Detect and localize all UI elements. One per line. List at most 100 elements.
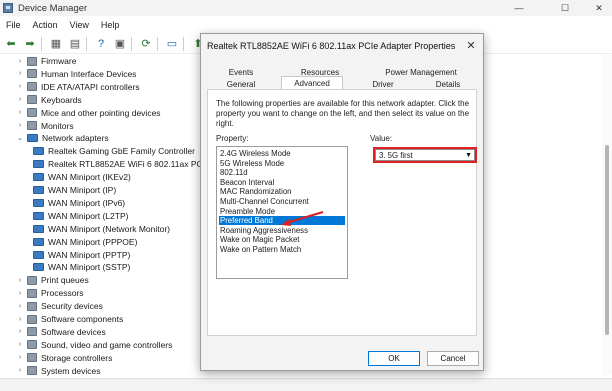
chevron-right-icon[interactable]: › bbox=[16, 341, 24, 348]
properties-icon[interactable]: ▦ bbox=[48, 36, 64, 52]
tree-category[interactable]: › Software components bbox=[16, 313, 123, 325]
chevron-right-icon[interactable]: › bbox=[16, 367, 24, 374]
tree-category[interactable]: › System devices bbox=[16, 365, 101, 377]
chevron-right-icon[interactable]: › bbox=[16, 109, 24, 116]
tree-item-label: WAN Miniport (IPv6) bbox=[48, 197, 126, 208]
tree-category[interactable]: › Sound, video and game controllers bbox=[16, 339, 173, 351]
tree-item-label: Software devices bbox=[41, 326, 106, 337]
dialog-title: Realtek RTL8852AE WiFi 6 802.11ax PCIe A… bbox=[207, 41, 456, 51]
property-list-item[interactable]: Preferred Band bbox=[219, 216, 345, 226]
dialog-close-button[interactable]: ✕ bbox=[463, 38, 479, 52]
chevron-right-icon[interactable]: › bbox=[16, 316, 24, 323]
tree-category[interactable]: › Firmware bbox=[16, 55, 77, 67]
chevron-right-icon[interactable]: › bbox=[16, 70, 24, 77]
chevron-down-icon[interactable]: ⌄ bbox=[16, 134, 24, 142]
tree-device[interactable]: Realtek Gaming GbE Family Controller bbox=[30, 145, 195, 157]
property-list-item[interactable]: Beacon Interval bbox=[219, 178, 345, 187]
network-adapter-icon bbox=[33, 211, 44, 220]
chevron-right-icon[interactable]: › bbox=[16, 96, 24, 103]
tree-device[interactable]: WAN Miniport (Network Monitor) bbox=[30, 223, 170, 235]
tree-category[interactable]: › Mice and other pointing devices bbox=[16, 107, 161, 119]
chevron-right-icon[interactable]: › bbox=[16, 328, 24, 335]
tree-item-label: WAN Miniport (SSTP) bbox=[48, 262, 131, 273]
chevron-right-icon[interactable]: › bbox=[16, 354, 24, 361]
tree-category[interactable]: › Print queues bbox=[16, 274, 89, 286]
tree-category[interactable]: › Keyboards bbox=[16, 94, 82, 106]
tree-device[interactable]: WAN Miniport (IPv6) bbox=[30, 197, 125, 209]
tree-device[interactable]: WAN Miniport (PPPOE) bbox=[30, 236, 137, 248]
tree-device[interactable]: WAN Miniport (PPTP) bbox=[30, 249, 130, 261]
property-list-item[interactable]: MAC Randomization bbox=[219, 187, 345, 196]
tree-item-label: Processors bbox=[41, 288, 84, 299]
property-list-item[interactable]: 802.11d bbox=[219, 168, 345, 177]
tree-device[interactable]: Realtek RTL8852AE WiFi 6 802.11ax PCIe bbox=[30, 158, 210, 170]
device-category-icon bbox=[27, 82, 37, 92]
chevron-right-icon[interactable]: › bbox=[16, 303, 24, 310]
scrollbar-thumb[interactable] bbox=[605, 145, 609, 335]
device-category-icon bbox=[27, 288, 37, 298]
menu-view[interactable]: View bbox=[64, 20, 95, 30]
tab-events[interactable]: Events bbox=[221, 66, 261, 78]
tab-power-management[interactable]: Power Management bbox=[381, 66, 461, 78]
tree-device[interactable]: WAN Miniport (SSTP) bbox=[30, 261, 130, 273]
close-button[interactable]: ✕ bbox=[586, 0, 612, 16]
property-list-item[interactable]: Multi-Channel Concurrent bbox=[219, 197, 345, 206]
property-list-item[interactable]: Wake on Pattern Match bbox=[219, 245, 345, 254]
tree-category[interactable]: ⌄ Network adapters bbox=[16, 132, 109, 144]
device-category-icon bbox=[27, 108, 37, 118]
tree-device[interactable]: WAN Miniport (IKEv2) bbox=[30, 171, 131, 183]
monitor-icon[interactable]: ▭ bbox=[164, 36, 180, 52]
maximize-button[interactable]: ☐ bbox=[552, 0, 578, 16]
menu-help[interactable]: Help bbox=[95, 20, 126, 30]
vertical-scrollbar[interactable] bbox=[602, 55, 612, 375]
device-category-icon bbox=[27, 121, 37, 130]
tree-item-label: WAN Miniport (Network Monitor) bbox=[48, 223, 171, 234]
network-adapter-icon bbox=[33, 250, 44, 259]
network-adapter-icon bbox=[33, 173, 44, 182]
tree-device[interactable]: WAN Miniport (L2TP) bbox=[30, 210, 128, 222]
tree-item-label: Software components bbox=[41, 314, 124, 324]
property-list[interactable]: 2.4G Wireless Mode 5G Wireless Mode 802.11… bbox=[216, 146, 348, 279]
driver-icon[interactable]: ▣ bbox=[112, 36, 128, 52]
ok-button[interactable]: OK bbox=[368, 351, 420, 366]
tree-device[interactable]: WAN Miniport (IP) bbox=[30, 184, 116, 196]
tree-category[interactable]: › Human Interface Devices bbox=[16, 68, 137, 80]
tree-category[interactable]: › Monitors bbox=[16, 120, 74, 132]
property-list-item[interactable]: 5G Wireless Mode bbox=[219, 159, 345, 168]
tree-category[interactable]: › Security devices bbox=[16, 300, 103, 312]
forward-icon[interactable]: ➡ bbox=[22, 36, 38, 52]
tree-category[interactable]: › Software devices bbox=[16, 326, 106, 338]
property-list-item[interactable]: Roaming Aggressiveness bbox=[219, 226, 345, 235]
tree-category[interactable]: › IDE ATA/ATAPI controllers bbox=[16, 81, 140, 93]
tree-category[interactable]: › Storage controllers bbox=[16, 352, 113, 364]
property-list-item[interactable]: 2.4G Wireless Mode bbox=[219, 149, 345, 158]
chevron-right-icon[interactable]: › bbox=[16, 122, 24, 129]
menu-action[interactable]: Action bbox=[27, 20, 64, 30]
show-hidden-icon[interactable]: ▤ bbox=[67, 36, 83, 52]
chevron-right-icon[interactable]: › bbox=[16, 83, 24, 90]
tree-item-label: Human Interface Devices bbox=[41, 68, 137, 79]
chevron-right-icon[interactable]: › bbox=[16, 277, 24, 284]
chevron-right-icon[interactable]: › bbox=[16, 58, 24, 65]
property-list-item[interactable]: Wake on Magic Packet bbox=[219, 235, 345, 244]
tree-category[interactable]: › Processors bbox=[16, 287, 84, 299]
back-icon[interactable]: ⬅ bbox=[3, 36, 19, 52]
device-category-icon bbox=[27, 301, 37, 311]
value-label: Value: bbox=[370, 134, 393, 143]
tree-item-label: System devices bbox=[41, 365, 101, 376]
chevron-right-icon[interactable]: › bbox=[16, 290, 24, 297]
network-adapter-icon bbox=[33, 160, 44, 169]
cancel-button[interactable]: Cancel bbox=[427, 351, 479, 366]
toolbar-separator bbox=[157, 36, 158, 51]
menu-file[interactable]: File bbox=[0, 20, 27, 30]
toolbar-separator bbox=[131, 36, 132, 51]
tree-item-label: WAN Miniport (PPTP) bbox=[48, 249, 131, 260]
minimize-button[interactable]: — bbox=[506, 0, 532, 16]
property-list-item[interactable]: Preamble Mode bbox=[219, 207, 345, 216]
scan-icon[interactable]: ⟳ bbox=[138, 36, 154, 52]
tab-advanced[interactable]: Advanced bbox=[281, 76, 343, 90]
tree-item-label: Realtek Gaming GbE Family Controller bbox=[48, 146, 195, 157]
help-icon[interactable]: ? bbox=[93, 36, 109, 52]
tree-item-label: Print queues bbox=[41, 275, 89, 286]
network-adapter-icon bbox=[33, 198, 44, 207]
